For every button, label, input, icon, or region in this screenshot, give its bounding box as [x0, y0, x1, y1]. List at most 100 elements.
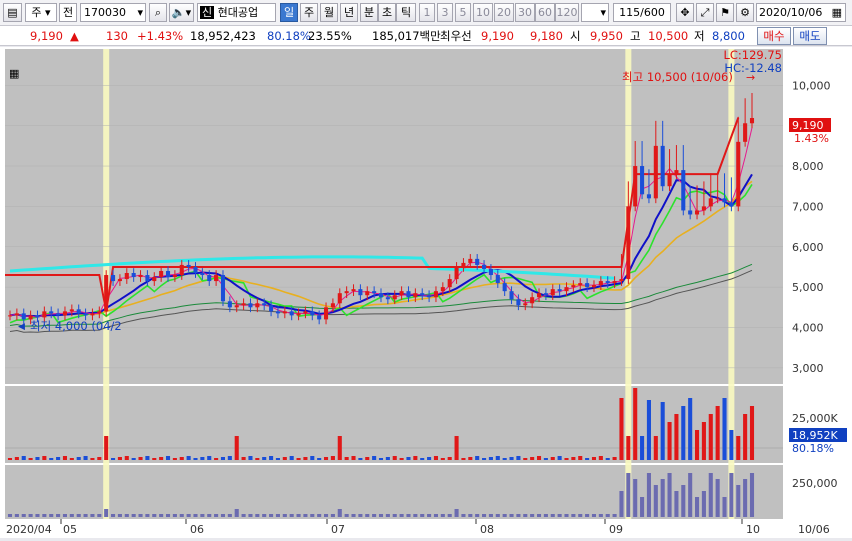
volume-bar[interactable] [399, 458, 404, 460]
amount-bar[interactable] [76, 514, 81, 517]
volume-bar[interactable] [385, 457, 390, 460]
interval-30[interactable]: 30 [515, 3, 535, 22]
speaker-icon[interactable]: 🔈▾ [169, 3, 194, 22]
candle-body[interactable] [578, 283, 583, 286]
candle-body[interactable] [708, 198, 713, 207]
amount-bar[interactable] [447, 514, 452, 517]
candle-body[interactable] [227, 301, 232, 308]
volume-bar[interactable] [172, 458, 177, 460]
volume-bar[interactable] [255, 458, 260, 460]
candle-body[interactable] [241, 303, 246, 306]
candle-body[interactable] [688, 210, 693, 215]
volume-bar[interactable] [509, 457, 514, 460]
volume-bar[interactable] [598, 456, 603, 460]
candle-body[interactable] [344, 291, 349, 294]
volume-bar[interactable] [536, 456, 542, 460]
amount-bar[interactable] [420, 514, 425, 517]
period-month[interactable]: 월 [320, 3, 338, 22]
amount-bar[interactable] [585, 514, 590, 517]
amount-bar[interactable] [262, 514, 267, 517]
volume-bar[interactable] [674, 414, 679, 460]
volume-bar[interactable] [468, 457, 473, 460]
amount-bar[interactable] [42, 514, 47, 517]
volume-bar[interactable] [337, 436, 342, 460]
amount-bar[interactable] [207, 514, 212, 517]
amount-bar[interactable] [337, 509, 342, 517]
candle-body[interactable] [330, 303, 335, 308]
volume-bar[interactable] [578, 456, 583, 460]
candle-body[interactable] [495, 275, 500, 284]
amount-bar[interactable] [571, 514, 576, 517]
amount-bar[interactable] [104, 509, 109, 517]
amount-bar[interactable] [427, 514, 432, 517]
candle-body[interactable] [62, 311, 68, 316]
candle-body[interactable] [69, 309, 74, 312]
candle-body[interactable] [729, 202, 734, 207]
amount-bar[interactable] [385, 514, 390, 517]
volume-bar[interactable] [241, 457, 246, 460]
amount-bar[interactable] [536, 514, 542, 517]
interval-3[interactable]: 3 [437, 3, 453, 22]
volume-bar[interactable] [83, 456, 88, 460]
volume-bar[interactable] [248, 456, 253, 460]
search-icon[interactable]: ⌕ [149, 3, 167, 22]
candle-body[interactable] [564, 287, 569, 292]
amount-bar[interactable] [736, 485, 741, 517]
candle-body[interactable] [97, 311, 102, 314]
candle-body[interactable] [7, 315, 13, 317]
candle-body[interactable] [351, 289, 356, 292]
candle-body[interactable] [124, 273, 129, 280]
candle-body[interactable] [516, 299, 521, 306]
amount-bar[interactable] [317, 514, 322, 517]
amount-bar[interactable] [14, 514, 19, 517]
candle-body[interactable] [21, 313, 26, 320]
amount-bar[interactable] [330, 514, 335, 517]
volume-bar[interactable] [530, 457, 535, 460]
amount-bar[interactable] [715, 479, 720, 517]
volume-bar[interactable] [722, 398, 727, 460]
amount-bar[interactable] [269, 514, 274, 517]
candle-body[interactable] [138, 275, 143, 278]
candle-body[interactable] [674, 170, 679, 175]
volume-bar[interactable] [564, 458, 569, 460]
amount-bar[interactable] [234, 509, 239, 517]
volume-bar[interactable] [62, 456, 68, 460]
amount-bar[interactable] [454, 509, 459, 517]
amount-bar[interactable] [117, 514, 122, 517]
candle-body[interactable] [385, 297, 390, 300]
amount-bar[interactable] [365, 514, 370, 517]
amount-bar[interactable] [49, 514, 54, 517]
volume-bar[interactable] [207, 456, 212, 460]
amount-bar[interactable] [124, 514, 129, 517]
candle-body[interactable] [214, 275, 219, 282]
candle-body[interactable] [736, 141, 741, 207]
amount-bar[interactable] [56, 514, 61, 517]
amount-bar[interactable] [708, 473, 713, 517]
volume-bar[interactable] [591, 457, 597, 460]
volume-bar[interactable] [165, 456, 171, 460]
volume-bar[interactable] [262, 457, 267, 460]
candle-body[interactable] [269, 305, 274, 312]
candle-body[interactable] [427, 295, 432, 298]
candle-body[interactable] [626, 206, 631, 280]
volume-bar[interactable] [358, 458, 363, 460]
candle-body[interactable] [509, 291, 514, 300]
candle-body[interactable] [83, 313, 88, 316]
volume-bar[interactable] [131, 458, 136, 460]
candle-body[interactable] [42, 311, 47, 318]
interval-60[interactable]: 60 [535, 3, 555, 22]
candle-body[interactable] [475, 258, 480, 265]
volume-bar[interactable] [372, 456, 377, 460]
amount-bar[interactable] [296, 514, 301, 517]
amount-bar[interactable] [488, 514, 493, 517]
candle-body[interactable] [90, 313, 95, 316]
volume-bar[interactable] [694, 430, 700, 460]
amount-bar[interactable] [69, 514, 74, 517]
volume-bar[interactable] [138, 457, 143, 460]
interval-1[interactable]: 1 [419, 3, 435, 22]
period-second[interactable]: 초 [378, 3, 396, 22]
amount-bar[interactable] [640, 497, 645, 517]
volume-bar[interactable] [303, 457, 308, 460]
candle-body[interactable] [619, 279, 624, 282]
candle-body[interactable] [255, 303, 260, 308]
